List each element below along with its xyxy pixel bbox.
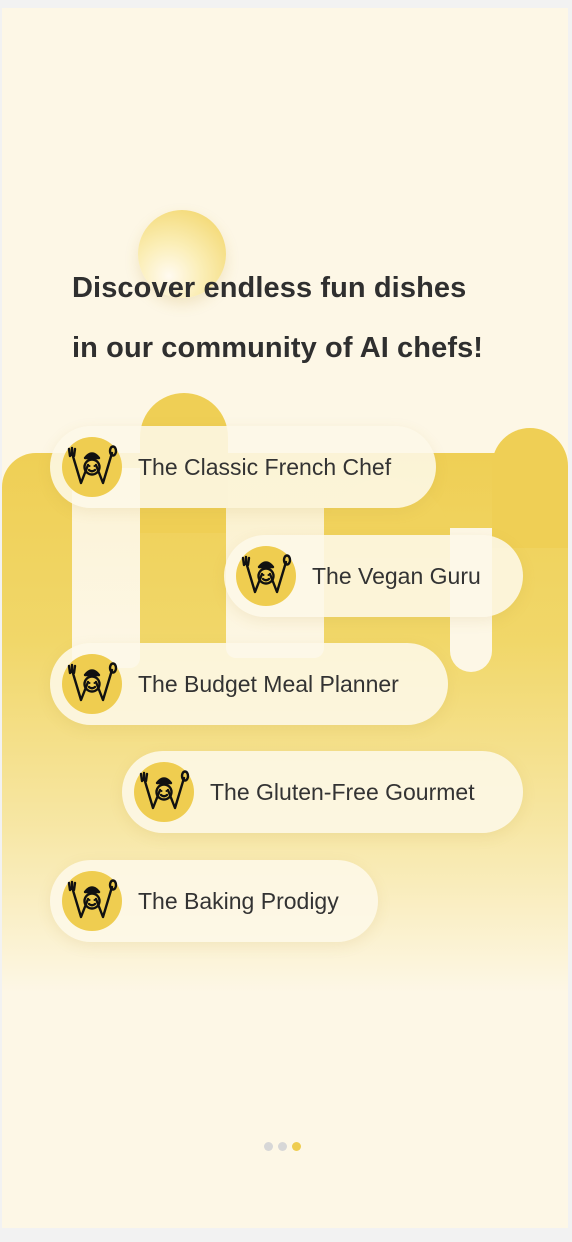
chef-logo-icon [62, 654, 122, 714]
chef-name: The Baking Prodigy [138, 887, 339, 914]
chef-name: The Classic French Chef [138, 453, 392, 480]
page-dot-active[interactable] [292, 1142, 301, 1151]
chef-logo-icon [236, 546, 296, 606]
chef-card-vegan-guru[interactable]: The Vegan Guru [224, 535, 523, 617]
page-dot[interactable] [278, 1142, 287, 1151]
chef-logo-icon [134, 762, 194, 822]
chef-name: The Vegan Guru [312, 562, 481, 589]
chef-card-classic-french[interactable]: The Classic French Chef [50, 426, 436, 508]
chef-card-gluten-free-gourmet[interactable]: The Gluten-Free Gourmet [122, 751, 523, 833]
chef-card-baking-prodigy[interactable]: The Baking Prodigy [50, 860, 378, 942]
chef-name: The Gluten-Free Gourmet [210, 778, 475, 805]
chef-name: The Budget Meal Planner [138, 670, 399, 697]
chef-list: The Classic French Chef The Vegan Guru T… [2, 8, 568, 1228]
page-dot[interactable] [264, 1142, 273, 1151]
chef-logo-icon [62, 437, 122, 497]
chef-card-budget-meal-planner[interactable]: The Budget Meal Planner [50, 643, 448, 725]
page-indicator [264, 1142, 301, 1151]
chef-logo-icon [62, 871, 122, 931]
onboarding-screen: Discover endless fun dishes in our commu… [2, 8, 568, 1228]
